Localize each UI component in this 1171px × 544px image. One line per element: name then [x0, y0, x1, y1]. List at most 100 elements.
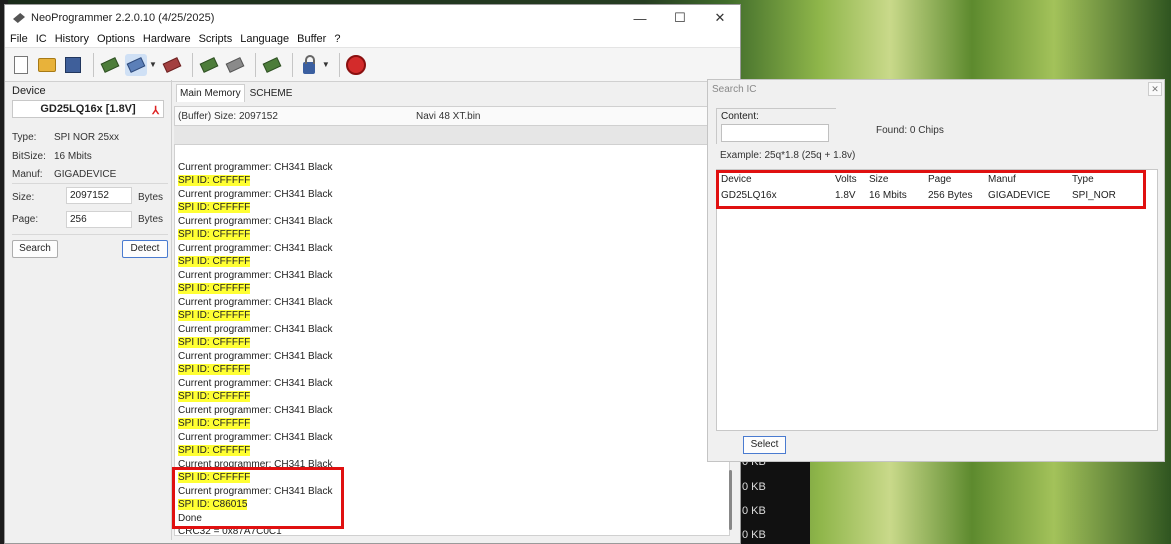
write-chip-button[interactable]	[198, 54, 220, 76]
pdf-datasheet-icon[interactable]: ⅄	[152, 103, 159, 119]
toolbar-separator	[93, 52, 94, 77]
log-line-text: Current programmer: CH341 Black	[178, 323, 333, 335]
search-button[interactable]: Search	[12, 240, 58, 258]
log-line-highlight: SPI ID: CFFFFF	[178, 175, 251, 186]
title-bar: NeoProgrammer 2.2.0.10 (4/25/2025) — ☐ ✕	[5, 5, 740, 31]
menu-file[interactable]: File	[10, 33, 28, 45]
menu-scripts[interactable]: Scripts	[199, 33, 233, 45]
device-section-label: Device	[12, 85, 46, 97]
stop-button[interactable]	[345, 54, 367, 76]
log-line: Current programmer: CH341 Black	[178, 269, 333, 282]
menu-hardware[interactable]: Hardware	[143, 33, 191, 45]
annotation-box-results	[716, 170, 1146, 209]
auto-detect-button[interactable]	[125, 53, 147, 76]
menu-help[interactable]: ?	[334, 33, 340, 45]
log-line-text: Current programmer: CH341 Black	[178, 296, 333, 308]
log-line-text: Current programmer: CH341 Black	[178, 242, 333, 254]
menu-ic[interactable]: IC	[36, 33, 47, 45]
menu-history[interactable]: History	[55, 33, 89, 45]
toolbar-separator	[254, 52, 256, 77]
chip-verify-icon	[225, 56, 245, 73]
manuf-key: Manuf:	[12, 169, 43, 180]
log-line-highlight: SPI ID: CFFFFF	[178, 418, 251, 429]
detect-button[interactable]: Detect	[122, 240, 168, 258]
select-button[interactable]: Select	[743, 436, 786, 454]
buffer-size: (Buffer) Size: 2097152	[178, 110, 278, 122]
log-line-highlight: SPI ID: CFFFFF	[178, 445, 251, 456]
log-line-highlight: SPI ID: CFFFFF	[178, 202, 251, 213]
buffer-tabs: Main Memory SCHEME	[176, 80, 297, 102]
menu-buffer[interactable]: Buffer	[297, 33, 326, 45]
auto-program-button[interactable]	[261, 54, 283, 76]
manuf-row: Manuf: GIGADEVICE	[12, 169, 116, 180]
menu-language[interactable]: Language	[240, 33, 289, 45]
divider	[12, 183, 168, 184]
type-value: SPI NOR 25xx	[54, 132, 120, 143]
log-line: SPI ID: CFFFFF	[178, 201, 251, 214]
log-line-highlight: SPI ID: CFFFFF	[178, 391, 251, 402]
open-file-button[interactable]	[36, 54, 58, 76]
menu-bar: File IC History Options Hardware Scripts…	[5, 31, 740, 48]
log-line-text: Current programmer: CH341 Black	[178, 269, 333, 281]
device-panel: Device GD25LQ16x [1.8V] ⅄ Type: SPI NOR 2…	[4, 80, 172, 540]
log-scrollbar[interactable]	[729, 470, 732, 530]
bitsize-value: 16 Mbits	[54, 151, 92, 162]
log-line-highlight: SPI ID: CFFFFF	[178, 337, 251, 348]
chip-erase-icon	[162, 56, 182, 73]
example-hint: Example: 25q*1.8 (25q + 1.8v)	[720, 150, 856, 161]
log-line-highlight: SPI ID: CFFFFF	[178, 310, 251, 321]
found-count: Found: 0 Chips	[876, 125, 944, 136]
content-search-input[interactable]	[721, 124, 829, 142]
toolbar-separator	[338, 52, 340, 77]
device-name-text: GD25LQ16x [1.8V]	[40, 103, 136, 115]
content-group: Content:	[716, 108, 836, 144]
log-line: SPI ID: CFFFFF	[178, 417, 251, 430]
close-button[interactable]: ✕	[700, 10, 740, 26]
size-unit: Bytes	[138, 192, 164, 203]
divider	[12, 234, 168, 235]
log-line: SPI ID: CFFFFF	[178, 228, 251, 241]
search-ic-dialog: Search IC ✕ Content: Found: 0 Chips Exam…	[707, 79, 1165, 462]
dropdown-arrow-icon[interactable]: ▼	[149, 60, 157, 69]
log-line: SPI ID: CFFFFF	[178, 282, 251, 295]
new-file-button[interactable]	[10, 54, 32, 76]
buffer-file-name: Navi 48 XT.bin	[416, 110, 481, 122]
log-line-highlight: SPI ID: CFFFFF	[178, 283, 251, 294]
read-chip-button[interactable]	[99, 54, 121, 76]
page-field[interactable]: 256	[66, 211, 132, 228]
log-line: Current programmer: CH341 Black	[178, 350, 333, 363]
toolbar-separator	[191, 52, 193, 77]
annotation-box-log	[172, 467, 344, 529]
type-row: Type: SPI NOR 25xx	[12, 132, 119, 143]
log-line: Current programmer: CH341 Black	[178, 161, 333, 174]
log-line: Current programmer: CH341 Black	[178, 242, 333, 255]
page-unit: Bytes	[138, 214, 164, 225]
stop-icon	[345, 54, 366, 75]
dialog-title: Search IC	[712, 84, 757, 95]
erase-chip-button[interactable]	[161, 54, 183, 76]
chip-read-icon	[100, 56, 120, 73]
manuf-value: GIGADEVICE	[54, 169, 117, 180]
minimize-button[interactable]: —	[620, 11, 660, 26]
content-label: Content:	[721, 111, 759, 122]
lock-icon	[302, 54, 315, 74]
log-line-text: Current programmer: CH341 Black	[178, 377, 333, 389]
tab-scheme[interactable]: SCHEME	[247, 85, 296, 102]
device-name: GD25LQ16x [1.8V] ⅄	[12, 100, 164, 118]
tab-main-memory[interactable]: Main Memory	[176, 84, 245, 102]
save-file-button[interactable]	[62, 54, 84, 76]
type-key: Type:	[12, 132, 37, 143]
log-line: SPI ID: CFFFFF	[178, 174, 251, 187]
background-size-label: 0 KB	[742, 529, 766, 541]
open-folder-icon	[38, 57, 56, 72]
protect-button[interactable]	[298, 54, 320, 76]
dropdown-arrow-icon[interactable]: ▼	[322, 60, 330, 69]
size-field[interactable]: 2097152	[66, 187, 132, 204]
splitter-handle[interactable]	[174, 126, 734, 144]
maximize-button[interactable]: ☐	[660, 10, 700, 26]
log-line-text: Current programmer: CH341 Black	[178, 350, 333, 362]
menu-options[interactable]: Options	[97, 33, 135, 45]
verify-chip-button[interactable]	[224, 54, 246, 76]
dialog-close-button[interactable]: ✕	[1148, 82, 1162, 96]
toolbar: ▼ ▼	[5, 48, 740, 82]
